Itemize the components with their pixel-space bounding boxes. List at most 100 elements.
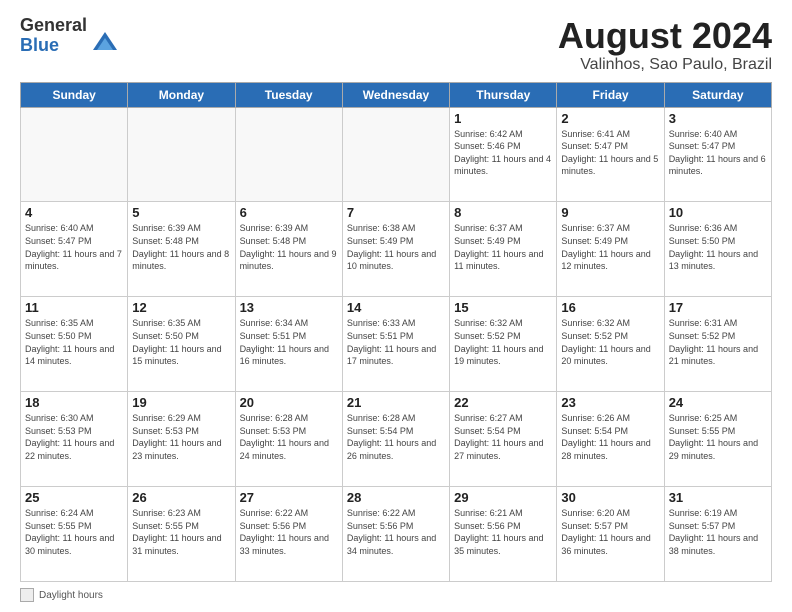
col-header-sunday: Sunday xyxy=(21,82,128,107)
col-header-wednesday: Wednesday xyxy=(342,82,449,107)
calendar-cell: 8 Sunrise: 6:37 AM Sunset: 5:49 PM Daylig… xyxy=(450,202,557,297)
day-info: Sunrise: 6:41 AM Sunset: 5:47 PM Dayligh… xyxy=(561,128,659,178)
day-info: Sunrise: 6:32 AM Sunset: 5:52 PM Dayligh… xyxy=(561,317,659,367)
col-header-saturday: Saturday xyxy=(664,82,771,107)
day-number: 18 xyxy=(25,395,123,410)
calendar-cell: 22Sunrise: 6:27 AM Sunset: 5:54 PM Dayli… xyxy=(450,392,557,487)
calendar-cell: 4Sunrise: 6:40 AM Sunset: 5:47 PM Daylig… xyxy=(21,202,128,297)
day-number: 9 xyxy=(561,205,659,220)
calendar-cell xyxy=(235,107,342,202)
day-number: 31 xyxy=(669,490,767,505)
week-row-3: 11Sunrise: 6:35 AM Sunset: 5:50 PM Dayli… xyxy=(21,297,772,392)
calendar-cell: 11Sunrise: 6:35 AM Sunset: 5:50 PM Dayli… xyxy=(21,297,128,392)
calendar-cell: 14Sunrise: 6:33 AM Sunset: 5:51 PM Dayli… xyxy=(342,297,449,392)
day-number: 2 xyxy=(561,111,659,126)
day-number: 8 xyxy=(454,205,552,220)
day-number: 24 xyxy=(669,395,767,410)
day-number: 1 xyxy=(454,111,552,126)
day-info: Sunrise: 6:40 AM Sunset: 5:47 PM Dayligh… xyxy=(25,222,123,272)
day-number: 17 xyxy=(669,300,767,315)
calendar-cell: 20 Sunrise: 6:28 AM Sunset: 5:53 PM Dayli… xyxy=(235,392,342,487)
calendar-table: SundayMondayTuesdayWednesdayThursdayFrid… xyxy=(20,82,772,582)
day-info: Sunrise: 6:28 AM Sunset: 5:54 PM Dayligh… xyxy=(347,412,445,462)
day-info: Sunrise: 6:35 AM Sunset: 5:50 PM Dayligh… xyxy=(132,317,230,367)
day-info: Sunrise: 6:31 AM Sunset: 5:52 PM Dayligh… xyxy=(669,317,767,367)
calendar-cell xyxy=(21,107,128,202)
header: General Blue August 2024 Valinhos, Sao P… xyxy=(20,16,772,74)
calendar-cell xyxy=(342,107,449,202)
calendar-cell: 23Sunrise: 6:26 AM Sunset: 5:54 PM Dayli… xyxy=(557,392,664,487)
day-info: Sunrise: 6:34 AM Sunset: 5:51 PM Dayligh… xyxy=(240,317,338,367)
calendar-cell: 27 Sunrise: 6:22 AM Sunset: 5:56 PM Dayli… xyxy=(235,487,342,582)
calendar-cell: 12 Sunrise: 6:35 AM Sunset: 5:50 PM Dayli… xyxy=(128,297,235,392)
calendar-cell: 17 Sunrise: 6:31 AM Sunset: 5:52 PM Dayli… xyxy=(664,297,771,392)
day-number: 19 xyxy=(132,395,230,410)
calendar-cell: 25Sunrise: 6:24 AM Sunset: 5:55 PM Dayli… xyxy=(21,487,128,582)
day-info: Sunrise: 6:22 AM Sunset: 5:56 PM Dayligh… xyxy=(347,507,445,557)
calendar-cell: 10 Sunrise: 6:36 AM Sunset: 5:50 PM Dayli… xyxy=(664,202,771,297)
day-info: Sunrise: 6:40 AM Sunset: 5:47 PM Dayligh… xyxy=(669,128,767,178)
week-row-5: 25Sunrise: 6:24 AM Sunset: 5:55 PM Dayli… xyxy=(21,487,772,582)
day-number: 29 xyxy=(454,490,552,505)
day-number: 7 xyxy=(347,205,445,220)
day-info: Sunrise: 6:29 AM Sunset: 5:53 PM Dayligh… xyxy=(132,412,230,462)
week-row-1: 1Sunrise: 6:42 AM Sunset: 5:46 PM Daylig… xyxy=(21,107,772,202)
day-number: 26 xyxy=(132,490,230,505)
col-header-monday: Monday xyxy=(128,82,235,107)
col-header-friday: Friday xyxy=(557,82,664,107)
day-info: Sunrise: 6:30 AM Sunset: 5:53 PM Dayligh… xyxy=(25,412,123,462)
logo-icon xyxy=(91,28,119,56)
footer-box xyxy=(20,588,34,602)
day-number: 20 xyxy=(240,395,338,410)
day-info: Sunrise: 6:22 AM Sunset: 5:56 PM Dayligh… xyxy=(240,507,338,557)
day-number: 27 xyxy=(240,490,338,505)
day-info: Sunrise: 6:21 AM Sunset: 5:56 PM Dayligh… xyxy=(454,507,552,557)
day-info: Sunrise: 6:37 AM Sunset: 5:49 PM Dayligh… xyxy=(454,222,552,272)
calendar-cell: 19 Sunrise: 6:29 AM Sunset: 5:53 PM Dayli… xyxy=(128,392,235,487)
col-header-tuesday: Tuesday xyxy=(235,82,342,107)
col-header-thursday: Thursday xyxy=(450,82,557,107)
calendar-cell: 28 Sunrise: 6:22 AM Sunset: 5:56 PM Dayli… xyxy=(342,487,449,582)
day-info: Sunrise: 6:38 AM Sunset: 5:49 PM Dayligh… xyxy=(347,222,445,272)
title-month: August 2024 xyxy=(558,16,772,56)
footer-daylight-label: Daylight hours xyxy=(39,590,103,601)
calendar-cell: 2 Sunrise: 6:41 AM Sunset: 5:47 PM Daylig… xyxy=(557,107,664,202)
calendar-cell: 9 Sunrise: 6:37 AM Sunset: 5:49 PM Daylig… xyxy=(557,202,664,297)
day-number: 12 xyxy=(132,300,230,315)
calendar-cell: 24 Sunrise: 6:25 AM Sunset: 5:55 PM Dayli… xyxy=(664,392,771,487)
day-info: Sunrise: 6:36 AM Sunset: 5:50 PM Dayligh… xyxy=(669,222,767,272)
calendar-cell: 15 Sunrise: 6:32 AM Sunset: 5:52 PM Dayli… xyxy=(450,297,557,392)
day-info: Sunrise: 6:37 AM Sunset: 5:49 PM Dayligh… xyxy=(561,222,659,272)
day-info: Sunrise: 6:32 AM Sunset: 5:52 PM Dayligh… xyxy=(454,317,552,367)
day-info: Sunrise: 6:39 AM Sunset: 5:48 PM Dayligh… xyxy=(240,222,338,272)
footer-daylight: Daylight hours xyxy=(20,588,103,602)
calendar-cell: 5 Sunrise: 6:39 AM Sunset: 5:48 PM Daylig… xyxy=(128,202,235,297)
day-info: Sunrise: 6:33 AM Sunset: 5:51 PM Dayligh… xyxy=(347,317,445,367)
logo: General Blue xyxy=(20,16,119,56)
day-number: 6 xyxy=(240,205,338,220)
day-number: 23 xyxy=(561,395,659,410)
day-info: Sunrise: 6:39 AM Sunset: 5:48 PM Dayligh… xyxy=(132,222,230,272)
day-number: 10 xyxy=(669,205,767,220)
day-number: 25 xyxy=(25,490,123,505)
title-location: Valinhos, Sao Paulo, Brazil xyxy=(558,56,772,74)
calendar-cell: 7 Sunrise: 6:38 AM Sunset: 5:49 PM Daylig… xyxy=(342,202,449,297)
day-info: Sunrise: 6:28 AM Sunset: 5:53 PM Dayligh… xyxy=(240,412,338,462)
day-number: 28 xyxy=(347,490,445,505)
calendar-cell: 1Sunrise: 6:42 AM Sunset: 5:46 PM Daylig… xyxy=(450,107,557,202)
day-number: 15 xyxy=(454,300,552,315)
week-row-2: 4Sunrise: 6:40 AM Sunset: 5:47 PM Daylig… xyxy=(21,202,772,297)
day-number: 5 xyxy=(132,205,230,220)
title-block: August 2024 Valinhos, Sao Paulo, Brazil xyxy=(558,16,772,74)
calendar-cell: 29 Sunrise: 6:21 AM Sunset: 5:56 PM Dayli… xyxy=(450,487,557,582)
calendar-cell: 30Sunrise: 6:20 AM Sunset: 5:57 PM Dayli… xyxy=(557,487,664,582)
day-number: 3 xyxy=(669,111,767,126)
calendar-cell: 6 Sunrise: 6:39 AM Sunset: 5:48 PM Daylig… xyxy=(235,202,342,297)
calendar-cell: 16 Sunrise: 6:32 AM Sunset: 5:52 PM Dayli… xyxy=(557,297,664,392)
logo-general: General xyxy=(20,16,87,36)
calendar-cell xyxy=(128,107,235,202)
footer: Daylight hours xyxy=(20,588,772,602)
day-number: 16 xyxy=(561,300,659,315)
day-info: Sunrise: 6:25 AM Sunset: 5:55 PM Dayligh… xyxy=(669,412,767,462)
calendar-cell: 21Sunrise: 6:28 AM Sunset: 5:54 PM Dayli… xyxy=(342,392,449,487)
